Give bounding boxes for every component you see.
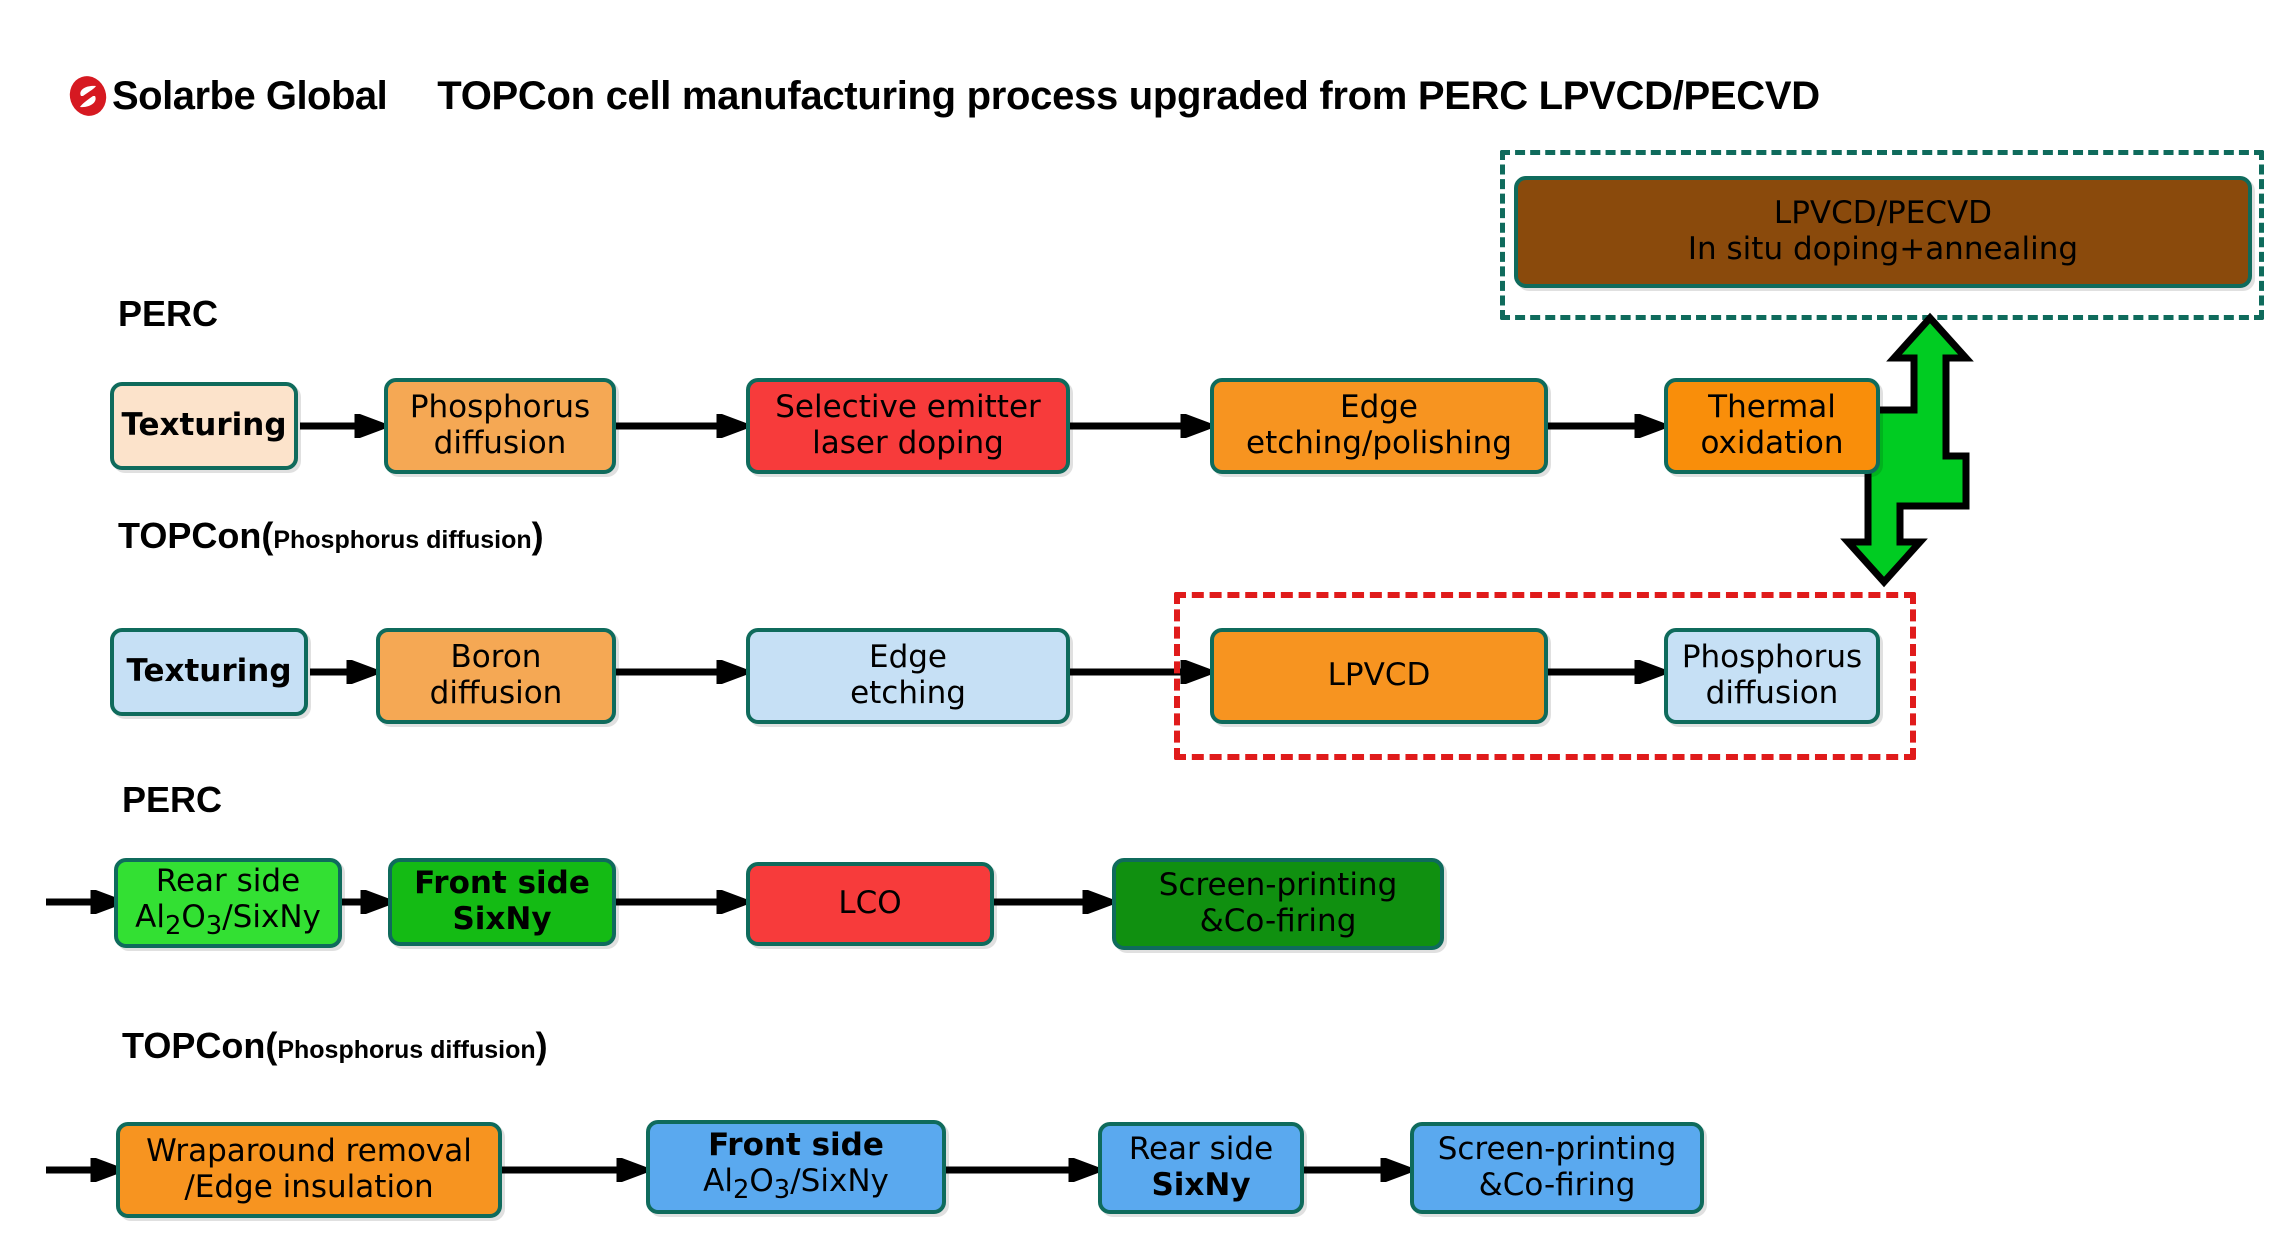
box-phosphorus-diffusion-perc[interactable]: Phosphorus diffusion [384, 378, 616, 474]
arrow-connector [310, 660, 376, 684]
box-wraparound-removal-edge-insulation[interactable]: Wraparound removal /Edge insulation [116, 1122, 502, 1218]
box-line: &Co-firing [1199, 903, 1357, 939]
arrow-entry-connector [46, 1158, 120, 1182]
box-edge-etching[interactable]: Edge etching [746, 628, 1070, 724]
box-line: Rear side [1128, 1131, 1274, 1168]
box-line: /Edge insulation [184, 1169, 434, 1205]
brand-name: Solarbe Global [112, 74, 388, 118]
box-line: etching/polishing [1246, 425, 1512, 461]
box-line: Texturing [121, 407, 287, 444]
box-line-formula: Al2O3/SixNy [703, 1162, 889, 1206]
arrow-connector [502, 1158, 646, 1182]
box-line: Edge [868, 639, 947, 676]
box-lco[interactable]: LCO [746, 862, 994, 946]
box-edge-etching-polishing[interactable]: Edge etching/polishing [1210, 378, 1548, 474]
box-lpvcd[interactable]: LPVCD [1210, 628, 1548, 724]
box-lpvcd-pecvd-in-situ-doping[interactable]: LPVCD/PECVD In situ doping+annealing [1514, 176, 2252, 288]
box-texturing-topcon[interactable]: Texturing [110, 628, 308, 716]
box-line: Screen-printing [1437, 1131, 1677, 1168]
section-label-text: PERC [118, 293, 219, 334]
box-line: In situ doping+annealing [1687, 231, 2079, 267]
section-label-text: PERC [122, 779, 223, 820]
box-line: Phosphorus [1681, 639, 1863, 676]
box-line: SixNy [1151, 1167, 1251, 1203]
section-label-topcon-front: TOPCon(Phosphorus diffusion) [118, 518, 544, 554]
box-line: Texturing [126, 653, 292, 690]
box-line: SixNy [452, 901, 552, 937]
box-line: diffusion [429, 675, 563, 711]
box-line: Rear side [155, 863, 301, 900]
box-front-side-sixny[interactable]: Front side SixNy [388, 858, 616, 946]
box-line: Screen-printing [1158, 867, 1398, 904]
arrow-connector [1304, 1158, 1410, 1182]
arrow-connector [616, 414, 746, 438]
slide-canvas: Solarbe Global TOPCon cell manufacturing… [0, 0, 2284, 1242]
box-line: Wraparound removal [146, 1133, 472, 1170]
arrow-connector [300, 414, 384, 438]
box-line: diffusion [1705, 675, 1839, 711]
solarbe-logo-icon [66, 74, 110, 118]
slide-header: Solarbe Global TOPCon cell manufacturing… [66, 70, 1820, 122]
arrow-connector [1070, 414, 1210, 438]
box-line: diffusion [433, 425, 567, 461]
section-label-subtext: Phosphorus diffusion [273, 526, 532, 554]
arrow-connector [342, 890, 390, 914]
box-selective-emitter-laser-doping[interactable]: Selective emitter laser doping [746, 378, 1070, 474]
box-line: Edge [1339, 389, 1418, 426]
box-screen-printing-co-firing-perc[interactable]: Screen-printing &Co-firing [1112, 858, 1444, 950]
section-label-perc-back: PERC [122, 782, 222, 818]
box-line: Phosphorus [409, 389, 591, 426]
box-line: laser doping [812, 425, 1004, 461]
box-line: LPVCD [1327, 657, 1431, 694]
arrow-connector [1548, 660, 1664, 684]
box-boron-diffusion[interactable]: Boron diffusion [376, 628, 616, 724]
box-screen-printing-co-firing-topcon[interactable]: Screen-printing &Co-firing [1410, 1122, 1704, 1214]
box-line: Front side [708, 1127, 884, 1164]
box-line: etching [850, 675, 966, 711]
box-line: LCO [838, 885, 902, 922]
arrow-entry-connector [46, 890, 120, 914]
box-line: Boron [450, 639, 542, 676]
arrow-connector [994, 890, 1112, 914]
page-title: TOPCon cell manufacturing process upgrad… [437, 74, 1820, 118]
section-label-text: TOPCon( [118, 515, 274, 556]
box-line: &Co-firing [1478, 1167, 1636, 1203]
section-label-text: ) [531, 515, 544, 556]
section-label-perc-front: PERC [118, 296, 218, 332]
box-front-side-al2o3-sixny[interactable]: Front side Al2O3/SixNy [646, 1120, 946, 1214]
arrow-connector [946, 1158, 1098, 1182]
box-line: Selective emitter [775, 389, 1041, 426]
section-label-text: TOPCon( [122, 1025, 278, 1066]
section-label-subtext: Phosphorus diffusion [277, 1036, 536, 1064]
section-label-topcon-back: TOPCon(Phosphorus diffusion) [122, 1028, 548, 1064]
box-texturing-perc[interactable]: Texturing [110, 382, 298, 470]
arrow-connector [616, 660, 746, 684]
section-label-text: ) [535, 1025, 548, 1066]
box-line: LPVCD/PECVD [1773, 195, 1993, 232]
box-rear-side-al2o3-sixny[interactable]: Rear side Al2O3/SixNy [114, 858, 342, 948]
box-phosphorus-diffusion-topcon[interactable]: Phosphorus diffusion [1664, 628, 1880, 724]
box-line: oxidation [1700, 425, 1844, 461]
box-line-formula: Al2O3/SixNy [135, 898, 321, 942]
box-line: Thermal [1708, 389, 1836, 426]
box-rear-side-sixny[interactable]: Rear side SixNy [1098, 1122, 1304, 1214]
arrow-connector [616, 890, 746, 914]
box-thermal-oxidation[interactable]: Thermal oxidation [1664, 378, 1880, 474]
arrow-connector [1548, 414, 1664, 438]
box-line: Front side [414, 865, 590, 902]
